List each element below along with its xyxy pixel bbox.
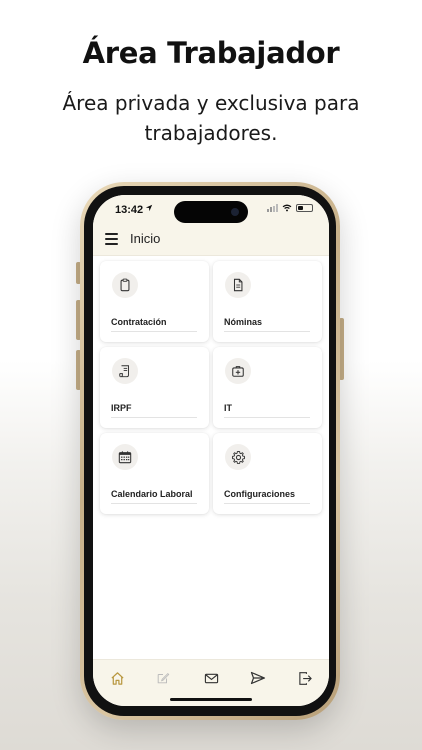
- home-indicator: [170, 698, 252, 701]
- card-calendario-laboral[interactable]: Calendario Laboral: [100, 433, 209, 514]
- send-icon: [250, 671, 266, 685]
- card-divider: [111, 331, 197, 332]
- card-label: Calendario Laboral: [111, 489, 193, 499]
- gear-icon: [225, 444, 251, 470]
- card-divider: [224, 503, 310, 504]
- dynamic-island: [174, 201, 248, 223]
- phone-screen: 13:42 Inicio Contratación Nóminas IRPF I…: [93, 195, 329, 706]
- card-divider: [111, 503, 197, 504]
- card-irpf[interactable]: IRPF: [100, 347, 209, 428]
- receipt-scroll-icon: [112, 358, 138, 384]
- nav-mail[interactable]: [201, 668, 221, 688]
- hamburger-menu-icon[interactable]: [105, 233, 118, 245]
- cellular-signal-icon: [267, 204, 278, 212]
- document-icon: [225, 272, 251, 298]
- app-bar: Inicio: [93, 225, 329, 256]
- status-time: 13:42: [115, 204, 144, 216]
- camera-dot: [231, 208, 239, 216]
- card-contratacion[interactable]: Contratación: [100, 261, 209, 342]
- mail-icon: [204, 673, 218, 683]
- nav-edit[interactable]: [153, 668, 173, 688]
- nav-logout[interactable]: [295, 668, 315, 688]
- battery-icon: [296, 204, 313, 212]
- medical-kit-icon: [225, 358, 251, 384]
- nav-send[interactable]: [248, 668, 268, 688]
- clipboard-icon: [112, 272, 138, 298]
- card-label: IT: [224, 403, 232, 413]
- promo-subline: Área privada y exclusiva para trabajador…: [62, 91, 360, 145]
- card-nominas[interactable]: Nóminas: [213, 261, 322, 342]
- page-title: Inicio: [130, 231, 161, 246]
- status-bar: 13:42: [93, 195, 329, 225]
- card-divider: [224, 331, 310, 332]
- promo-headline: Área Trabajador: [82, 36, 340, 70]
- status-indicators: [267, 204, 313, 212]
- edit-note-icon: [157, 673, 170, 684]
- card-label: IRPF: [111, 403, 132, 413]
- nav-home[interactable]: [107, 668, 127, 688]
- calendar-icon: [112, 444, 138, 470]
- card-it[interactable]: IT: [213, 347, 322, 428]
- battery-level: [298, 206, 303, 210]
- home-icon: [110, 671, 124, 685]
- location-arrow-icon: [145, 204, 153, 214]
- card-divider: [111, 417, 197, 418]
- logout-icon: [298, 671, 312, 685]
- card-label: Configuraciones: [224, 489, 296, 499]
- card-configuraciones[interactable]: Configuraciones: [213, 433, 322, 514]
- card-label: Contratación: [111, 317, 167, 327]
- card-label: Nóminas: [224, 317, 263, 327]
- wifi-icon: [282, 204, 292, 212]
- card-divider: [224, 417, 310, 418]
